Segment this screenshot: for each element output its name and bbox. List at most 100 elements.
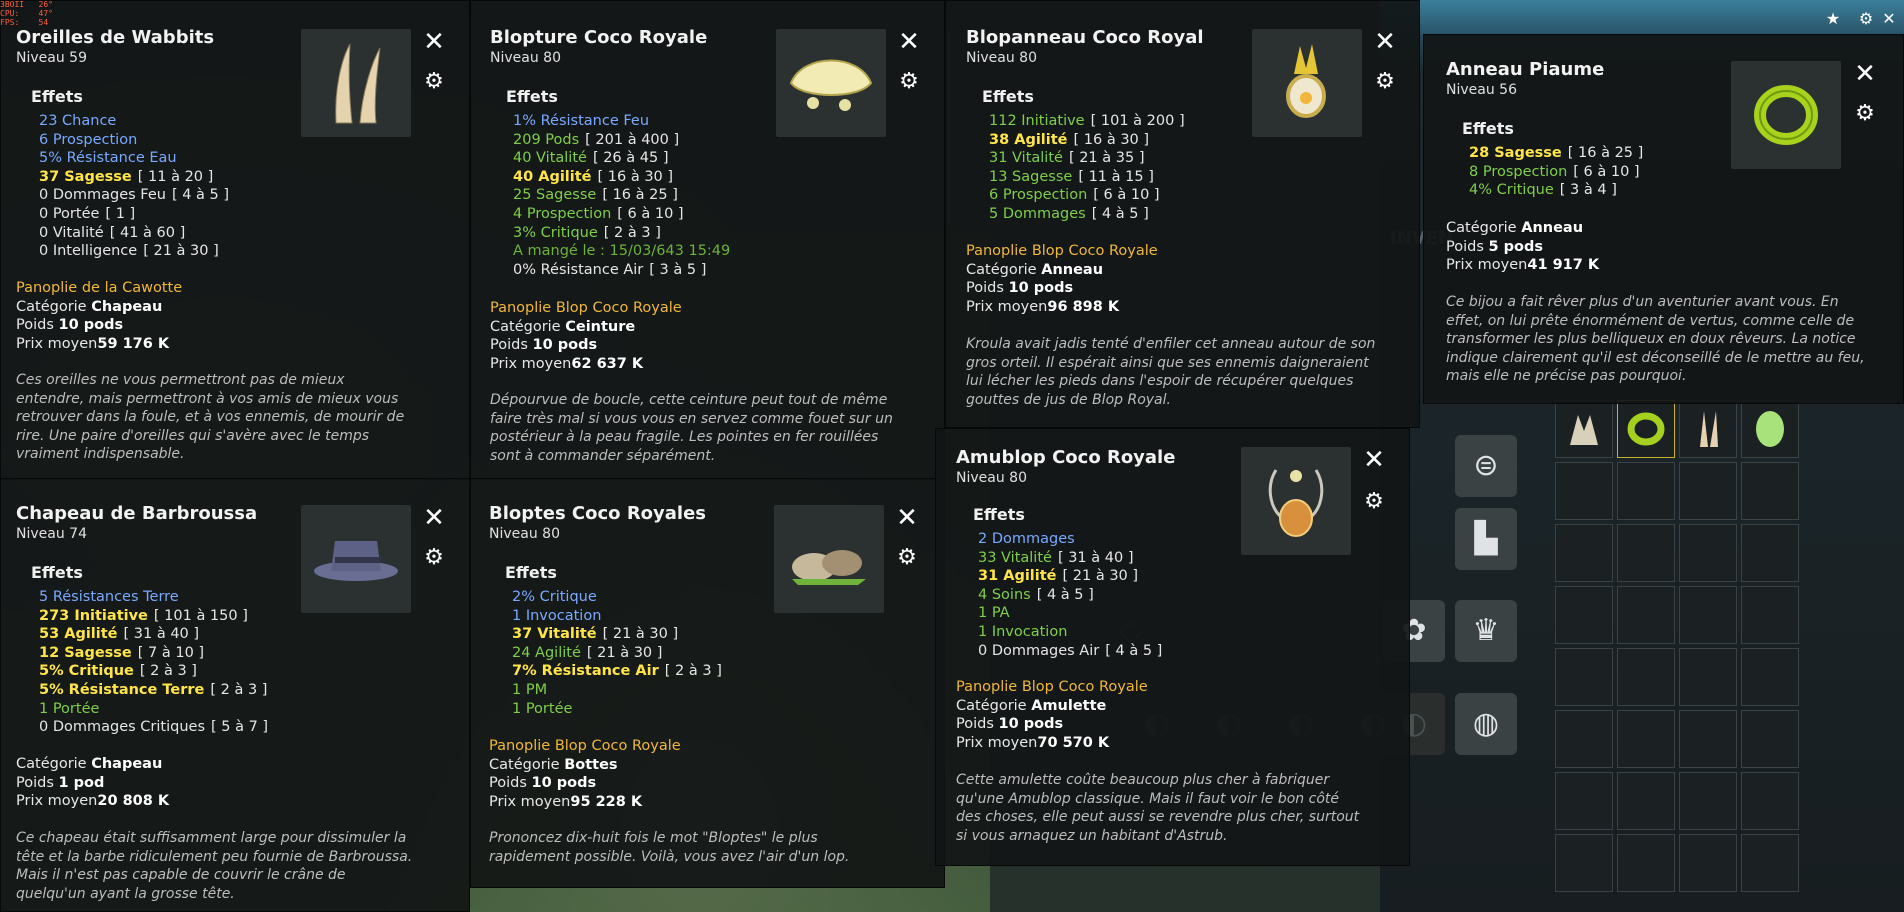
item-tooltip-bloptes-coco-royales: Bloptes Coco Royales Niveau 80 ✕ ⚙ Effet…	[470, 478, 945, 888]
effect-line: 33 Vitalité[ 31 à 40 ]	[978, 549, 1134, 566]
effect-line: 1 Invocation	[512, 607, 602, 624]
inventory-cell[interactable]	[1617, 524, 1675, 582]
gear-icon[interactable]: ⚙	[1361, 489, 1387, 515]
item-tooltip-blopanneau-coco-royal: Blopanneau Coco Royal Niveau 80 ✕ ⚙ Effe…	[945, 0, 1420, 428]
item-weight: 5 pods	[1488, 238, 1544, 255]
effect-line: 12 Sagesse[ 7 à 10 ]	[39, 644, 205, 661]
equipment-slot-mount[interactable]: ♛	[1455, 600, 1517, 662]
item-price: 59 176 K	[97, 335, 170, 352]
item-category: Amulette	[1031, 697, 1107, 714]
inventory-cell-ears[interactable]	[1679, 400, 1737, 458]
effects-list: 2 Dommages 33 Vitalité[ 31 à 40 ] 31 Agi…	[978, 530, 1162, 660]
inventory-cell[interactable]	[1555, 772, 1613, 830]
item-level: Niveau 56	[1446, 82, 1517, 98]
effect-line: 7% Résistance Air[ 2 à 3 ]	[512, 663, 722, 680]
item-image	[301, 505, 411, 613]
inventory-cell[interactable]	[1555, 834, 1613, 892]
inventory-cell[interactable]	[1741, 772, 1799, 830]
inventory-cell[interactable]	[1679, 586, 1737, 644]
inventory-cell[interactable]	[1679, 772, 1737, 830]
item-description: Prononcez dix-huit fois le mot "Bloptes"…	[489, 830, 850, 865]
equipment-slot-belt[interactable]: ⊜	[1455, 435, 1517, 497]
item-meta: Panoplie Blop Coco Royale Catégorie Cein…	[490, 300, 682, 372]
inventory-cell[interactable]	[1679, 710, 1737, 768]
inventory-cell-ring-selected[interactable]	[1617, 400, 1675, 458]
effect-line: 273 Initiative[ 101 à 150 ]	[39, 607, 248, 624]
inventory-cell[interactable]	[1679, 524, 1737, 582]
belt-icon	[789, 59, 873, 111]
item-weight: 10 pods	[1008, 280, 1074, 297]
item-description: Cette amulette coûte beaucoup plus cher …	[956, 772, 1360, 844]
effect-line: 1 Invocation	[978, 623, 1068, 640]
star-icon[interactable]: ★	[1822, 8, 1844, 30]
close-icon[interactable]: ✕	[421, 505, 447, 531]
gear-icon[interactable]: ⚙	[421, 69, 447, 95]
effect-line: 40 Agilité[ 16 à 30 ]	[513, 168, 674, 185]
inventory-cell[interactable]	[1617, 710, 1675, 768]
item-level: Niveau 80	[490, 50, 561, 66]
effect-line: 8 Prospection[ 6 à 10 ]	[1469, 163, 1640, 180]
inventory-cell[interactable]	[1555, 524, 1613, 582]
inventory-cell[interactable]	[1555, 648, 1613, 706]
close-icon[interactable]: ✕	[1878, 8, 1900, 30]
equipment-slot-boots[interactable]: ▙	[1455, 508, 1517, 570]
close-icon[interactable]: ✕	[1852, 61, 1878, 87]
inventory-cell[interactable]	[1741, 648, 1799, 706]
inventory-cell[interactable]	[1617, 586, 1675, 644]
item-tooltip-amublop-coco-royale: Amublop Coco Royale Niveau 80 ✕ ⚙ Effets…	[935, 428, 1410, 866]
inventory-cell[interactable]	[1617, 834, 1675, 892]
close-icon[interactable]: ✕	[421, 29, 447, 55]
inventory-cell[interactable]	[1617, 772, 1675, 830]
set-name: Panoplie de la Cawotte	[16, 280, 183, 296]
equipment-slot-potion[interactable]: ◍	[1455, 693, 1517, 755]
item-name: Blopture Coco Royale	[490, 27, 708, 48]
item-tooltip-chapeau-de-barbroussa: Chapeau de Barbroussa Niveau 74 ✕ ⚙ Effe…	[0, 478, 470, 912]
effects-list: 5 Résistances Terre 273 Initiative[ 101 …	[39, 588, 268, 737]
gear-icon[interactable]: ⚙	[896, 69, 922, 95]
item-level: Niveau 80	[489, 526, 560, 542]
close-icon[interactable]: ✕	[896, 29, 922, 55]
inventory-cell[interactable]	[1741, 586, 1799, 644]
effect-line: 0 Vitalité[ 41 à 60 ]	[39, 224, 186, 241]
gear-icon[interactable]: ⚙	[1852, 101, 1878, 127]
green-ring-icon	[1754, 85, 1818, 145]
set-name: Panoplie Blop Coco Royale	[490, 300, 682, 316]
inventory-cell[interactable]	[1679, 648, 1737, 706]
effect-line: 4 Prospection[ 6 à 10 ]	[513, 205, 684, 222]
inventory-cell[interactable]	[1555, 710, 1613, 768]
effect-line: 0 Intelligence[ 21 à 30 ]	[39, 243, 219, 260]
item-weight: 10 pods	[58, 317, 124, 334]
close-icon[interactable]: ✕	[1372, 29, 1398, 55]
close-icon[interactable]: ✕	[894, 505, 920, 531]
close-icon[interactable]: ✕	[1361, 447, 1387, 473]
gear-icon[interactable]: ⚙	[421, 545, 447, 571]
inventory-cell[interactable]	[1741, 524, 1799, 582]
gear-icon[interactable]: ⚙	[1855, 8, 1877, 30]
inventory-cell[interactable]	[1617, 648, 1675, 706]
inventory-cell-hat[interactable]	[1555, 400, 1613, 458]
inventory-cell[interactable]	[1555, 462, 1613, 520]
inventory-cell[interactable]	[1679, 462, 1737, 520]
effects-title: Effets	[1462, 119, 1514, 138]
effect-line: 53 Agilité[ 31 à 40 ]	[39, 626, 200, 643]
item-name: Bloptes Coco Royales	[489, 503, 707, 524]
inventory-cell[interactable]	[1741, 834, 1799, 892]
item-meta: Panoplie de la Cawotte Catégorie Chapeau…	[16, 280, 183, 352]
inventory-cell[interactable]	[1679, 834, 1737, 892]
effect-line: 24 Agilité[ 21 à 30 ]	[512, 644, 663, 661]
bunny-ears-icon	[335, 43, 381, 124]
gear-icon[interactable]: ⚙	[894, 545, 920, 571]
item-tooltip-oreilles-de-wabbits: Oreilles de Wabbits Niveau 59 ✕ ⚙ Effets…	[0, 0, 470, 480]
inventory-cell[interactable]	[1617, 462, 1675, 520]
inventory-cell[interactable]	[1555, 586, 1613, 644]
effect-line: 38 Agilité[ 16 à 30 ]	[989, 131, 1150, 148]
gear-icon[interactable]: ⚙	[1372, 69, 1398, 95]
item-description: Dépourvue de boucle, cette ceinture peut…	[490, 392, 893, 464]
inventory-cell[interactable]	[1741, 710, 1799, 768]
item-price: 62 637 K	[571, 355, 644, 372]
item-image	[776, 29, 886, 137]
item-name: Blopanneau Coco Royal	[966, 27, 1204, 48]
effect-line: 2 Dommages	[978, 531, 1075, 547]
inventory-cell[interactable]	[1741, 462, 1799, 520]
inventory-cell-egg[interactable]	[1741, 400, 1799, 458]
